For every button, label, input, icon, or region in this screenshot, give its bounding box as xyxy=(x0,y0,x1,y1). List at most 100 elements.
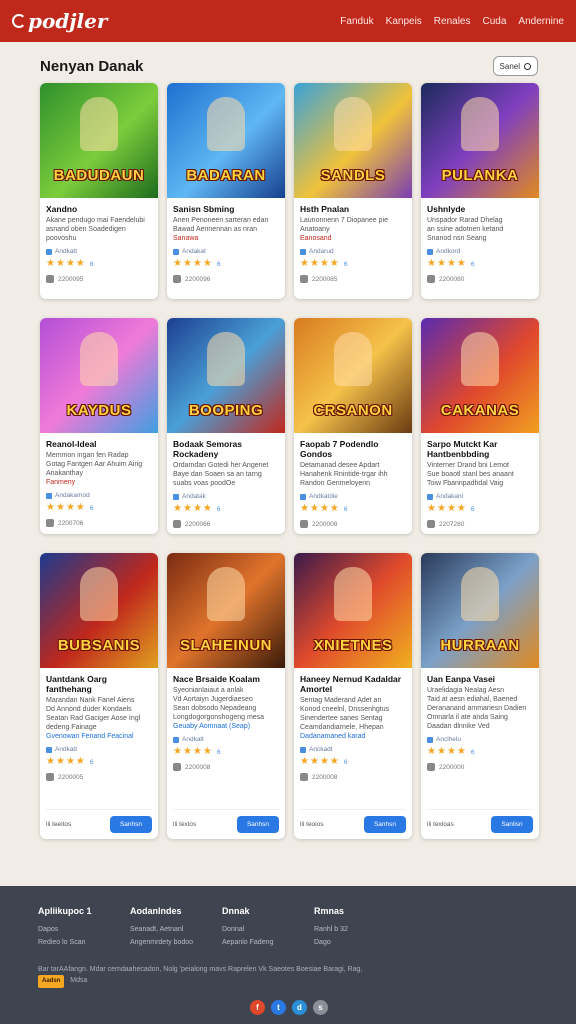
card-date: 2200000 xyxy=(427,763,533,771)
star-icon: ★ xyxy=(427,258,436,269)
game-card[interactable]: BADUDAUN Xandno Akane pendugo mai Faendelu… xyxy=(40,83,158,299)
nav-item[interactable]: Cuda xyxy=(483,16,507,27)
footer-link[interactable]: Angenmrdety bodoo xyxy=(130,936,222,949)
character-figure xyxy=(461,332,499,386)
card-tag: Andakani xyxy=(427,493,533,500)
tag-label: Andatak xyxy=(182,493,206,500)
play-button[interactable]: Sanhsn xyxy=(364,816,406,833)
card-wrapper: BUBSANIS Uantdank Oarg fanthehang Marandan… xyxy=(40,553,158,839)
card-body: Nace Brsaide Koalam Syeonianlaiaut a anla… xyxy=(167,668,285,839)
description-highlight: Dadanamaned karad xyxy=(300,733,366,740)
star-icon: ★ xyxy=(427,503,436,514)
star-icon: ★ xyxy=(427,746,436,757)
card-title[interactable]: Nace Brsaide Koalam xyxy=(173,674,279,684)
nav-item[interactable]: Fanduk xyxy=(340,16,373,27)
star-icon: ★ xyxy=(55,502,65,513)
calendar-icon xyxy=(46,519,54,527)
description-line: Snanod nsn Seang xyxy=(427,235,487,242)
card-title[interactable]: Bodaak Semoras Rockadeny xyxy=(173,439,279,459)
search-button[interactable]: Sanel xyxy=(492,56,538,76)
footer-link[interactable]: Seanadt, Aetnanl xyxy=(130,923,222,936)
game-thumbnail[interactable]: KAYDUS xyxy=(40,318,158,433)
card-date: 2200080 xyxy=(427,275,533,283)
card-title[interactable]: Uantdank Oarg fanthehang xyxy=(46,674,152,694)
game-card[interactable]: XNIETNES Haneey Nernud Kadaldar Amortel Se… xyxy=(294,553,412,839)
card-tag: Anclhelu xyxy=(427,736,533,743)
nav-item[interactable]: Kanpeis xyxy=(386,16,422,27)
facebook-icon[interactable]: f xyxy=(250,1000,265,1015)
game-thumbnail[interactable]: XNIETNES xyxy=(294,553,412,668)
game-card[interactable]: HURRAAN Uan Eanpa Vasei Uraelidagia Nealag… xyxy=(421,553,539,839)
star-icon: ★ xyxy=(436,746,446,757)
play-button[interactable]: Sanlisn xyxy=(491,816,533,833)
description-line: Sentag Maderand Adet an xyxy=(300,697,382,704)
game-card[interactable]: CRSANON Faopab 7 Podendlo Gondos Detamanad… xyxy=(294,318,412,534)
footer-link[interactable]: Dago xyxy=(314,936,406,949)
card-footer-label: lli teeitos xyxy=(46,821,72,828)
tag-label: Anckadt xyxy=(309,746,333,753)
nav-item[interactable]: Andernine xyxy=(518,16,564,27)
star-icon: ★ xyxy=(55,756,65,767)
card-title[interactable]: Reanol-Ideal xyxy=(46,439,152,449)
footer-columns: Apliikupoc 1 Dapos Redieo lo Scan Aodanlnde… xyxy=(38,906,406,949)
footer-column: Dnnak Donnal Aepanlo Fadeng xyxy=(222,906,314,949)
star-icon: ★ xyxy=(456,746,466,757)
game-card[interactable]: SLAHEINUN Nace Brsaide Koalam Syeonianlaia… xyxy=(167,553,285,839)
game-thumbnail[interactable]: BADUDAUN xyxy=(40,83,158,198)
game-thumbnail[interactable]: PULANKA xyxy=(421,83,539,198)
star-icon: ★ xyxy=(436,503,446,514)
star-icon: ★ xyxy=(192,746,202,757)
game-thumbnail[interactable]: CAKANAS xyxy=(421,318,539,433)
game-card[interactable]: KAYDUS Reanol-Ideal Memmon ingan fen Radap… xyxy=(40,318,158,534)
card-title[interactable]: Haneey Nernud Kadaldar Amortel xyxy=(300,674,406,694)
game-card[interactable]: SANDLS Hsth Pnalan Launonnenn 7 Diopanee p… xyxy=(294,83,412,299)
game-card[interactable]: BUBSANIS Uantdank Oarg fanthehang Marandan… xyxy=(40,553,158,839)
thumbnail-title: HURRAAN xyxy=(440,637,520,654)
game-thumbnail[interactable]: HURRAAN xyxy=(421,553,539,668)
footer-column: Aodanlndes Seanadt, Aetnanl Angenmrdety bo… xyxy=(130,906,222,949)
game-thumbnail[interactable]: BUBSANIS xyxy=(40,553,158,668)
play-button[interactable]: Sanhsn xyxy=(110,816,152,833)
footer-column: Rmnas Ranhl b 32 Dago xyxy=(314,906,406,949)
card-title[interactable]: Ushnlyde xyxy=(427,204,533,214)
star-icon: ★ xyxy=(182,503,192,514)
tag-icon xyxy=(300,248,306,255)
footer-link[interactable]: Redieo lo Scan xyxy=(38,936,130,949)
logo[interactable]: podjler xyxy=(12,9,107,33)
share-icon[interactable]: s xyxy=(313,1000,328,1015)
game-card[interactable]: BOOPING Bodaak Semoras Rockadeny Ordamdan … xyxy=(167,318,285,534)
card-title[interactable]: Sarpo Mutckt Kar Hantbenbbding xyxy=(427,439,533,459)
search-icon xyxy=(524,62,531,70)
play-button[interactable]: Sanhsn xyxy=(237,816,279,833)
nav-item[interactable]: Renales xyxy=(434,16,471,27)
star-icon: ★ xyxy=(309,258,319,269)
tag-icon xyxy=(46,746,52,753)
card-title[interactable]: Sanisn Sbming xyxy=(173,204,279,214)
twitter-icon[interactable]: t xyxy=(271,1000,286,1015)
footer-link[interactable]: Dapos xyxy=(38,923,130,936)
discord-icon[interactable]: d xyxy=(292,1000,307,1015)
rating-count: 6 xyxy=(216,260,221,268)
card-title[interactable]: Faopab 7 Podendlo Gondos xyxy=(300,439,406,459)
game-thumbnail[interactable]: SANDLS xyxy=(294,83,412,198)
game-thumbnail[interactable]: CRSANON xyxy=(294,318,412,433)
description-line: suabs voas poodOe xyxy=(173,480,236,487)
footer-link[interactable]: Donnal xyxy=(222,923,314,936)
card-title[interactable]: Hsth Pnalan xyxy=(300,204,406,214)
card-title[interactable]: Xandno xyxy=(46,204,152,214)
description-line: Longdogorgonshogeng mesa xyxy=(173,714,265,721)
game-card[interactable]: BADARAN Sanisn Sbming Anen Penoneen sarter… xyxy=(167,83,285,299)
footer-link[interactable]: Ranhl b 32 xyxy=(314,923,406,936)
card-title[interactable]: Uan Eanpa Vasei xyxy=(427,674,533,684)
card-wrapper: PULANKA Ushnlyde Unspador Rarad Dhelag an s… xyxy=(421,83,539,299)
game-thumbnail[interactable]: BOOPING xyxy=(167,318,285,433)
footer-link[interactable]: Aepanlo Fadeng xyxy=(222,936,314,949)
game-thumbnail[interactable]: SLAHEINUN xyxy=(167,553,285,668)
game-card[interactable]: CAKANAS Sarpo Mutckt Kar Hantbenbbding Vin… xyxy=(421,318,539,534)
game-thumbnail[interactable]: BADARAN xyxy=(167,83,285,198)
game-card[interactable]: PULANKA Ushnlyde Unspador Rarad Dhelag an s… xyxy=(421,83,539,299)
card-wrapper: KAYDUS Reanol-Ideal Memmon ingan fen Radap… xyxy=(40,318,158,534)
card-body: Ushnlyde Unspador Rarad Dhelag an ssine ad… xyxy=(421,198,539,299)
rating-stars: ★ ★ ★ ★ 6 xyxy=(427,747,533,757)
card-wrapper: XNIETNES Haneey Nernud Kadaldar Amortel Se… xyxy=(294,553,412,839)
